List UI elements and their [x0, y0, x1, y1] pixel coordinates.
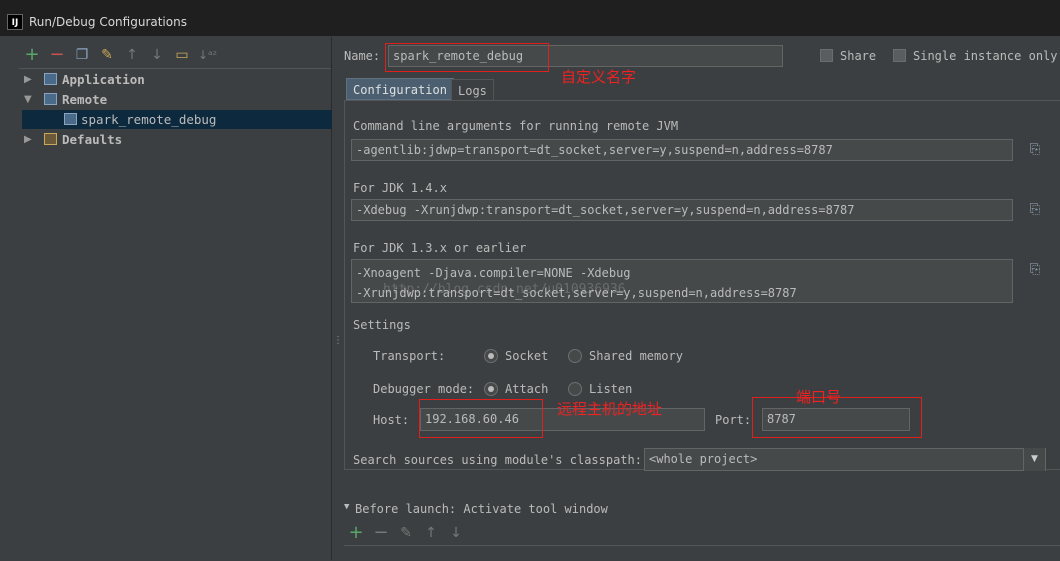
port-annotation: 端口号 [796, 388, 842, 406]
move-down-icon[interactable]: ↓ [148, 46, 166, 64]
settings-label: Settings [353, 318, 411, 332]
jdk14-label: For JDK 1.4.x [353, 181, 447, 195]
before-launch-list [344, 545, 1060, 561]
add-icon[interactable]: + [347, 524, 365, 542]
socket-radio[interactable] [484, 349, 498, 363]
collapse-arrow-icon[interactable]: ▼ [24, 90, 32, 109]
watermark-text: http://blog.csdn.net/u010936936 [383, 282, 626, 297]
move-up-icon[interactable]: ↑ [422, 524, 440, 542]
edit-icon[interactable]: ✎ [397, 524, 415, 542]
window-title: Run/Debug Configurations [29, 15, 187, 29]
shared-memory-label: Shared memory [589, 349, 683, 363]
transport-label: Transport: [373, 349, 446, 363]
expand-arrow-icon[interactable]: ▶ [24, 70, 32, 89]
remove-icon[interactable]: − [48, 46, 66, 64]
wrench-icon[interactable]: ✎ [98, 46, 116, 64]
remove-icon[interactable]: − [372, 524, 390, 542]
move-up-icon[interactable]: ↑ [123, 46, 141, 64]
jdk13-label: For JDK 1.3.x or earlier [353, 241, 527, 255]
jdk14-field[interactable]: -Xdebug -Xrunjdwp:transport=dt_socket,se… [351, 199, 1013, 221]
debugger-mode-label: Debugger mode: [373, 382, 475, 396]
move-down-icon[interactable]: ↓ [447, 524, 465, 542]
classpath-select[interactable]: <whole project> [644, 448, 1046, 471]
classpath-label: Search sources using module's classpath: [353, 453, 642, 467]
remote-icon [44, 93, 57, 105]
cmd-args-label: Command line arguments for running remot… [353, 119, 679, 133]
sort-icon[interactable]: ↓ᵃᶻ [198, 46, 217, 64]
name-annotation: 自定义名字 [561, 68, 637, 86]
add-icon[interactable]: + [23, 46, 41, 64]
listen-radio[interactable] [568, 382, 582, 396]
folder-icon[interactable]: ▭ [173, 46, 191, 64]
defaults-wrench-icon [44, 133, 57, 145]
chevron-down-icon[interactable]: ▼ [1023, 448, 1045, 471]
socket-label: Socket [505, 349, 549, 363]
host-highlight-box [419, 399, 543, 438]
tree-item-label: spark_remote_debug [81, 112, 217, 127]
host-label: Host: [373, 413, 410, 427]
intellij-logo-icon: IJ [7, 14, 23, 30]
port-label: Port: [715, 413, 752, 427]
shared-memory-radio[interactable] [568, 349, 582, 363]
share-checkbox[interactable] [820, 49, 833, 62]
attach-radio[interactable] [484, 382, 498, 396]
jdk13-line-1: -Xnoagent -Djava.compiler=NONE -Xdebug [356, 266, 631, 280]
name-highlight-box [385, 43, 549, 72]
copy-icon[interactable]: ❐ [73, 46, 91, 64]
name-label: Name: [344, 49, 381, 63]
cmd-args-field[interactable]: -agentlib:jdwp=transport=dt_socket,serve… [351, 139, 1013, 161]
collapse-triangle-icon[interactable]: ▼ [344, 502, 349, 512]
listen-label: Listen [589, 382, 633, 396]
share-label: Share [840, 49, 877, 63]
before-launch-label[interactable]: Before launch: Activate tool window [355, 502, 608, 516]
copy-to-clipboard-icon[interactable]: ⎘ [1025, 200, 1045, 220]
splitter-handle[interactable]: ⋮ [333, 335, 343, 346]
tree-item-label: Application [62, 72, 145, 87]
single-instance-checkbox[interactable] [893, 49, 906, 62]
tree-item-label: Remote [62, 92, 108, 107]
tree-item-spark-remote-debug[interactable]: spark_remote_debug [22, 110, 332, 129]
tab-configuration[interactable]: Configuration [346, 78, 454, 100]
tree-item-defaults[interactable]: ▶ Defaults [22, 130, 332, 149]
tree-item-application[interactable]: ▶ Application [22, 70, 332, 89]
application-icon [44, 73, 57, 85]
attach-label: Attach [505, 382, 549, 396]
tree-item-remote[interactable]: ▼ Remote [22, 90, 332, 109]
tree-item-label: Defaults [62, 132, 123, 147]
host-annotation: 远程主机的地址 [557, 400, 663, 418]
copy-to-clipboard-icon[interactable]: ⎘ [1025, 140, 1045, 160]
copy-to-clipboard-icon[interactable]: ⎘ [1025, 260, 1045, 280]
tab-logs[interactable]: Logs [451, 79, 494, 101]
single-instance-label: Single instance only [913, 49, 1058, 63]
expand-arrow-icon[interactable]: ▶ [24, 130, 32, 149]
remote-config-icon [64, 113, 77, 125]
